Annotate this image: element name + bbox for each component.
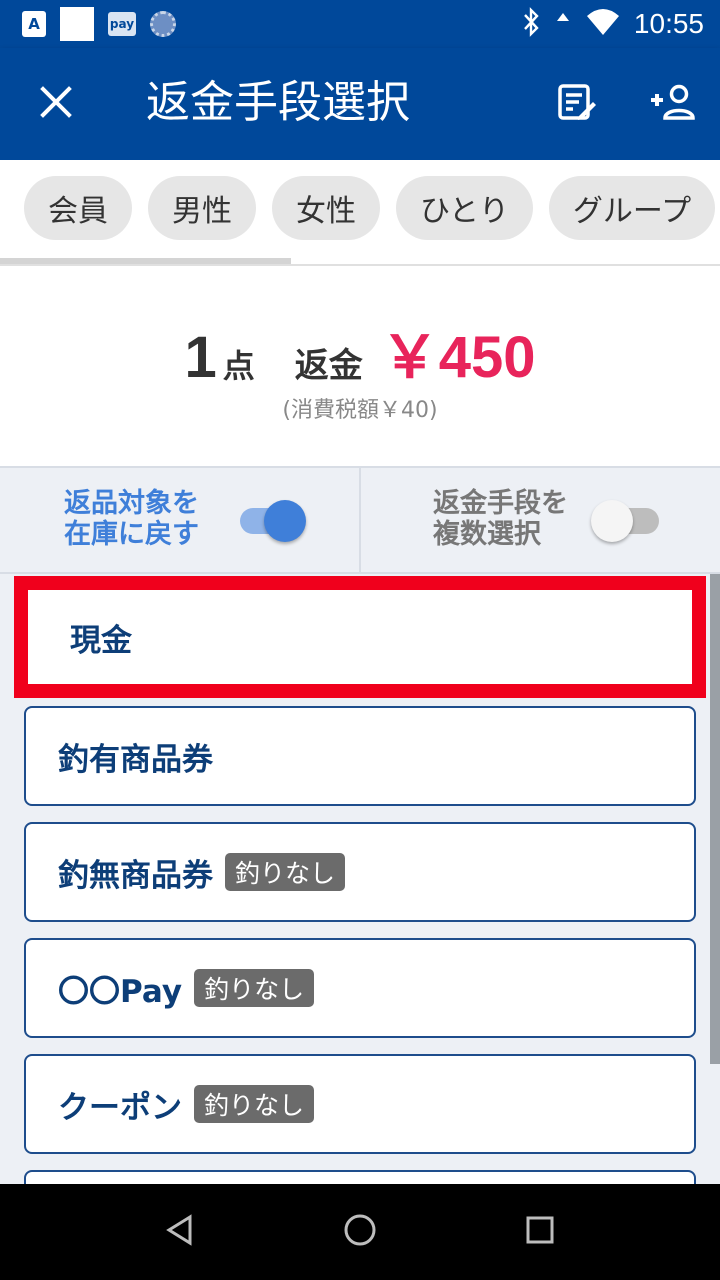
refund-summary: 1 点 返金 ￥450 (消費税額￥40) <box>0 266 720 466</box>
signal-icon <box>554 7 572 41</box>
method-label: クーポン <box>58 1089 182 1126</box>
chip-female[interactable]: 女性 <box>272 176 380 240</box>
app-bar: 返金手段選択 <box>0 48 720 160</box>
nav-back-button[interactable] <box>150 1202 210 1262</box>
recents-icon <box>525 1215 555 1249</box>
receipt-edit-icon <box>557 83 597 125</box>
method-label: 〇〇Pay <box>58 973 183 1010</box>
method-label: 釣有商品券 <box>58 741 213 778</box>
multi-select-switch[interactable] <box>591 500 659 542</box>
close-button[interactable] <box>26 76 86 132</box>
tax-amount: (消費税額￥40) <box>282 398 438 423</box>
method-cash[interactable]: 現金 <box>14 576 706 698</box>
method-label: 釣無商品券 <box>58 857 213 894</box>
chip-member[interactable]: 会員 <box>24 176 132 240</box>
restock-toggle-row[interactable]: 返品対象を 在庫に戻す <box>0 468 359 572</box>
method-partial[interactable] <box>24 1170 696 1184</box>
restock-toggle-label: 返品対象を 在庫に戻す <box>64 488 199 550</box>
receipt-button[interactable] <box>548 76 606 132</box>
app-root: A pay 10:55 返金手段選択 会員 男性 女性 ひとり グループ 1 点… <box>0 0 720 1280</box>
method-gift-voucher-no-change[interactable]: 釣無商品券 釣りなし <box>24 822 696 922</box>
restock-switch[interactable] <box>240 500 306 542</box>
method-coupon[interactable]: クーポン 釣りなし <box>24 1054 696 1154</box>
no-change-badge: 釣りなし <box>194 1085 315 1123</box>
refund-method-list: 現金 釣有商品券 釣無商品券 釣りなし 〇〇Pay 釣りなし クーポン 釣りなし <box>0 574 720 1184</box>
item-count: 1 <box>184 325 217 390</box>
chip-single[interactable]: ひとり <box>396 176 533 240</box>
nav-recents-button[interactable] <box>510 1202 570 1262</box>
multi-select-toggle-label: 返金手段を 複数選択 <box>433 488 568 550</box>
status-notifications: A pay <box>22 7 176 41</box>
a-notification-icon: A <box>22 11 46 37</box>
option-toggles: 返品対象を 在庫に戻す 返金手段を 複数選択 <box>0 466 720 574</box>
multi-select-toggle-row[interactable]: 返金手段を 複数選択 <box>361 468 720 572</box>
page-title: 返金手段選択 <box>146 77 410 128</box>
restock-label-line1: 返品対象を <box>64 488 199 519</box>
method-label: 現金 <box>70 622 132 659</box>
restock-label-line2: 在庫に戻す <box>64 519 199 550</box>
chips-scroll-indicator <box>0 258 291 264</box>
no-change-badge: 釣りなし <box>194 969 315 1007</box>
system-nav-bar <box>0 1184 720 1280</box>
status-bar: A pay 10:55 <box>0 0 720 48</box>
nav-home-button[interactable] <box>330 1202 390 1262</box>
item-count-unit: 点 <box>222 347 255 385</box>
list-scrollbar[interactable] <box>710 574 720 1064</box>
pay-notification-icon: pay <box>108 12 136 36</box>
bluetooth-icon <box>522 7 540 41</box>
back-icon <box>165 1214 195 1250</box>
multi-label-line2: 複数選択 <box>433 519 541 550</box>
status-time: 10:55 <box>633 8 704 39</box>
chip-male[interactable]: 男性 <box>148 176 256 240</box>
multi-select-switch-knob <box>591 500 633 542</box>
customer-attribute-chips: 会員 男性 女性 ひとり グループ <box>0 160 720 266</box>
method-gift-voucher-change[interactable]: 釣有商品券 <box>24 706 696 806</box>
chip-group[interactable]: グループ <box>549 176 715 240</box>
add-customer-button[interactable] <box>642 76 700 132</box>
refund-label: 返金 <box>294 346 363 386</box>
status-system: 10:55 <box>522 6 704 42</box>
multi-label-line1: 返金手段を <box>433 488 568 519</box>
method-pay[interactable]: 〇〇Pay 釣りなし <box>24 938 696 1038</box>
wifi-icon <box>586 8 620 40</box>
white-square-icon <box>60 7 94 41</box>
add-person-icon <box>647 84 695 124</box>
close-icon <box>40 86 72 122</box>
refund-amount: ￥450 <box>380 325 536 390</box>
no-change-badge: 釣りなし <box>225 853 346 891</box>
refund-summary-line: 1 点 返金 ￥450 <box>0 310 720 390</box>
home-icon <box>343 1213 377 1251</box>
circle-notification-icon <box>150 11 176 37</box>
restock-switch-knob <box>264 500 306 542</box>
